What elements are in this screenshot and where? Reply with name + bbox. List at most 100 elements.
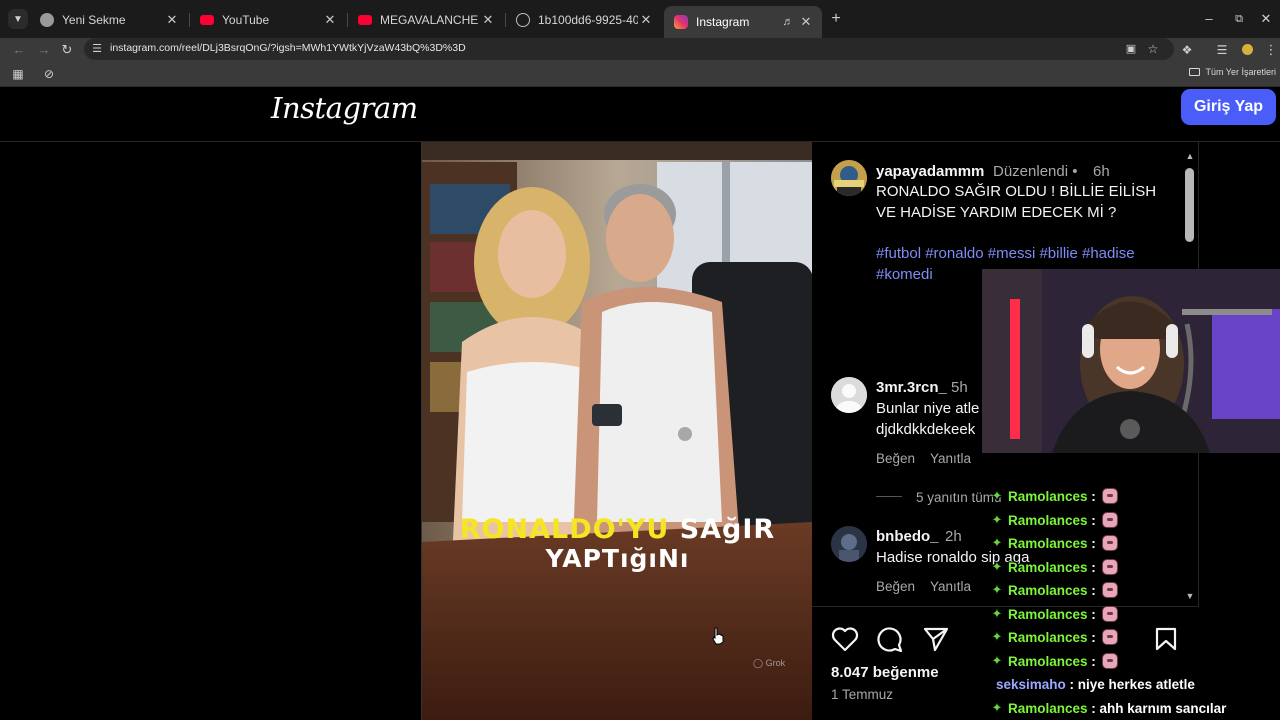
chat-message: ✦ Ramolances : (990, 485, 1118, 507)
chat-message: ✦ Ramolances : (990, 532, 1118, 554)
author-avatar[interactable] (831, 160, 867, 196)
subscriber-badge-icon: ✦ (991, 629, 1003, 644)
chat-message: seksimaho : niye herkes atletle (996, 676, 1195, 692)
media-control-icon[interactable]: ☰ (1213, 41, 1231, 59)
view-replies-button[interactable]: 5 yanıtın tümü (916, 490, 1002, 505)
comment-time[interactable]: 2h (945, 528, 962, 545)
hashtag-link[interactable]: #hadise (1082, 245, 1135, 262)
post-time[interactable]: 6h (1093, 163, 1110, 180)
hashtag-link[interactable]: #ronaldo (925, 245, 983, 262)
comment-text-line-1: Bunlar niye atle (876, 400, 980, 417)
reload-icon[interactable]: ↻ (58, 41, 76, 59)
chat-username: Ramolances (1008, 582, 1088, 598)
comment-username[interactable]: bnbedo_ (876, 528, 939, 545)
chat-username: Ramolances (1008, 535, 1088, 551)
hand-cursor-icon (712, 627, 724, 645)
comment-time[interactable]: 5h (951, 379, 968, 396)
back-icon[interactable]: ← (10, 41, 28, 59)
video-caption-line-1: RONALDO'YU SAğIR (422, 514, 812, 545)
video-caption-line-2: YAPTığıNı (545, 544, 690, 573)
all-bookmarks-folder[interactable]: Tüm Yer İşaretleri (1189, 67, 1276, 77)
bookmark-icon[interactable] (1155, 627, 1177, 651)
likes-count[interactable]: 8.047 beğenme (831, 664, 939, 681)
post-caption-line-2: VE HADİSE YARDIM EDECEK Mİ ? (876, 204, 1117, 221)
emote-icon (1101, 606, 1118, 622)
heart-icon[interactable] (831, 626, 859, 652)
edited-label: Düzenlendi • (993, 163, 1078, 180)
blocked-icon[interactable]: ⊘ (40, 65, 58, 83)
comment-username[interactable]: 3mr.3rcn_ (876, 379, 947, 396)
comment-avatar[interactable] (831, 377, 867, 413)
extensions-icon[interactable]: ❖ (1178, 41, 1196, 59)
hashtags-line-1: #futbol #ronaldo #messi #billie #hadise (876, 243, 1135, 264)
menu-dots-icon[interactable]: ⋮ (1262, 41, 1280, 59)
emote-icon (1101, 653, 1118, 669)
bookmarks-folder-label: Tüm Yer İşaretleri (1205, 67, 1276, 77)
chat-username: Ramolances (1008, 629, 1088, 645)
tab-megavalanche[interactable]: MEGAVALANCHE 2024 😱 FULL ✕ (348, 7, 504, 32)
author-username[interactable]: yapayadammm (876, 163, 984, 180)
subscriber-badge-icon: ✦ (991, 512, 1003, 527)
minimize-button[interactable]: – (1199, 10, 1219, 28)
scrollbar-thumb[interactable] (1185, 168, 1194, 242)
close-icon[interactable]: ✕ (480, 12, 496, 28)
chat-text: niye herkes atletle (1077, 676, 1195, 692)
tab-title: Instagram (696, 15, 750, 29)
window-close-button[interactable]: ✕ (1256, 10, 1276, 28)
close-icon[interactable]: ✕ (638, 12, 654, 28)
speaker-icon[interactable]: ♬ (780, 16, 796, 28)
instagram-logo[interactable]: Instagram (271, 91, 418, 125)
youtube-icon (200, 14, 214, 25)
comment-icon[interactable] (876, 626, 904, 652)
close-icon[interactable]: ✕ (322, 12, 338, 28)
close-icon[interactable]: ✕ (798, 14, 814, 30)
new-tab-button[interactable]: + (828, 11, 844, 27)
globe-icon (516, 12, 530, 27)
scroll-up-arrow-icon[interactable]: ▲ (1184, 151, 1196, 161)
subscriber-badge-icon: ✦ (991, 653, 1003, 668)
site-info-icon[interactable]: ☰ (88, 40, 106, 58)
video-caption-rest: SAğIR (669, 514, 776, 545)
subscriber-badge-icon: ✦ (991, 606, 1003, 621)
like-comment-button[interactable]: Beğen (876, 579, 915, 594)
chat-message: ✦ Ramolances : (990, 556, 1118, 578)
tab-search-button[interactable]: ▼ (8, 9, 28, 29)
reply-comment-button[interactable]: Yanıtla (930, 451, 971, 466)
post-date: 1 Temmuz (831, 687, 894, 702)
youtube-icon (358, 14, 372, 25)
like-comment-button[interactable]: Beğen (876, 451, 915, 466)
folder-icon (1189, 68, 1201, 76)
profile-icon[interactable] (1238, 41, 1256, 59)
subscriber-badge-icon: ✦ (991, 559, 1003, 574)
default-avatar-icon (831, 377, 867, 413)
reply-comment-button[interactable]: Yanıtla (930, 579, 971, 594)
url-text[interactable]: instagram.com/reel/DLj3BsrqOnG/?igsh=MWh… (110, 42, 466, 54)
apps-grid-icon[interactable]: ▦ (9, 65, 27, 83)
tab-new-tab[interactable]: Yeni Sekme ✕ (30, 7, 188, 32)
close-icon[interactable]: ✕ (164, 12, 180, 28)
watermark-label: Grok (765, 658, 786, 668)
hashtag-link[interactable]: #futbol (876, 245, 921, 262)
tab-uuid-page[interactable]: 1b100dd6-9925-40fb-ad98-def ✕ (506, 7, 662, 32)
hashtag-link[interactable]: #komedi (876, 266, 933, 283)
login-button[interactable]: Giriş Yap (1181, 89, 1276, 125)
bookmark-star-icon[interactable]: ☆ (1144, 40, 1162, 58)
tab-title: 1b100dd6-9925-40fb-ad98-def (538, 12, 638, 27)
tab-instagram[interactable]: Instagram ♬ ✕ (664, 6, 822, 38)
hashtag-link[interactable]: #billie (1039, 245, 1077, 262)
tab-youtube[interactable]: YouTube ✕ (190, 7, 346, 32)
emote-icon (1101, 488, 1118, 504)
chat-username: seksimaho (996, 676, 1066, 692)
chat-message: ✦ Ramolances : (990, 509, 1118, 531)
chat-username: Ramolances (1008, 488, 1088, 504)
share-icon[interactable] (922, 626, 950, 652)
chat-message: ✦ Ramolances : (990, 650, 1118, 672)
subscriber-badge-icon: ✦ (991, 700, 1003, 715)
reel-video[interactable]: RONALDO'YU SAğIR YAPTığıNı ◯ Grok (421, 142, 812, 720)
hashtag-link[interactable]: #messi (988, 245, 1036, 262)
comment-avatar[interactable] (831, 526, 867, 562)
scroll-down-arrow-icon[interactable]: ▼ (1184, 591, 1196, 601)
install-app-icon[interactable]: ▣ (1122, 40, 1140, 58)
restore-button[interactable]: ⧉ (1229, 10, 1249, 28)
forward-icon[interactable]: → (35, 41, 53, 59)
